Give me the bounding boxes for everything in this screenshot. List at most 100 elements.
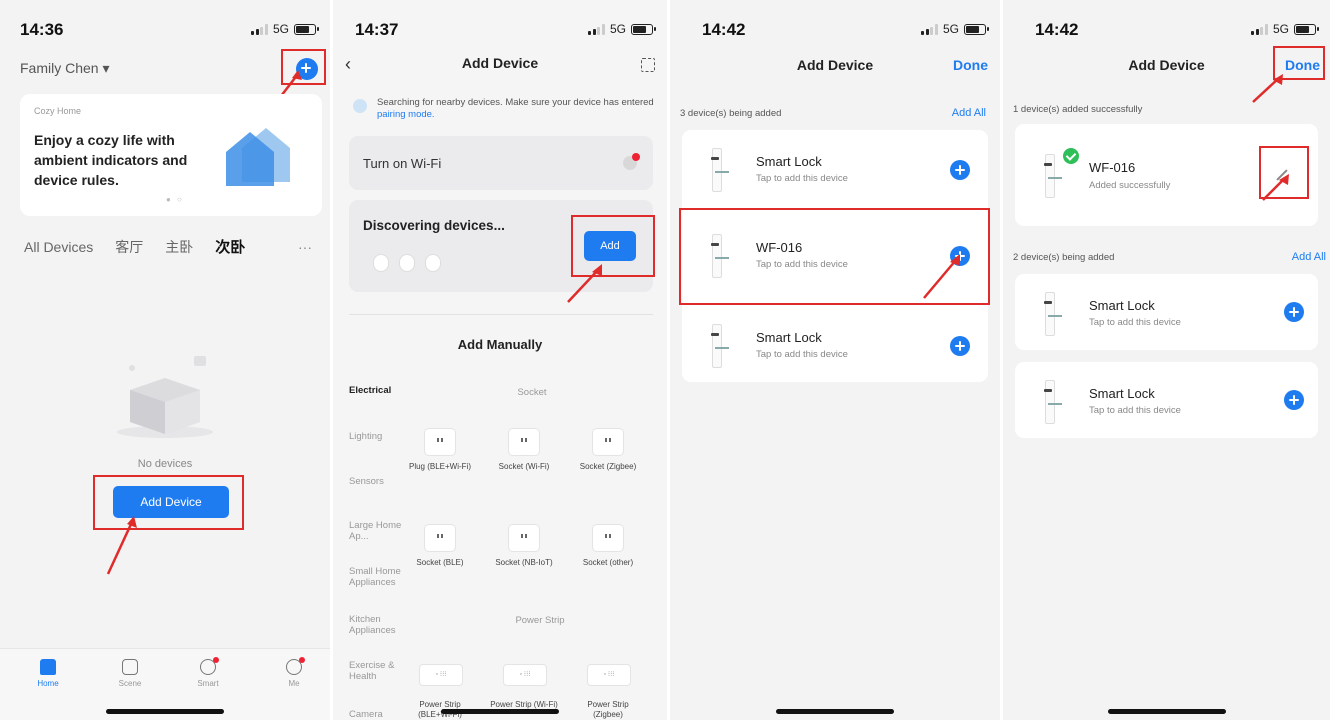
devices-being-added-screen: 14:42 5G Add Device Done 3 device(s) bei… [670,0,1000,720]
power-strip-section-header: Power Strip [515,615,565,626]
add-all-button[interactable]: Add All [1292,251,1326,263]
battery-icon [1294,23,1319,35]
smart-icon [200,657,219,675]
plug-icon [424,428,456,456]
pending-section-header: 2 device(s) being added Add All [1013,251,1326,263]
home-icon [40,659,56,675]
home-screen: 14:36 5G Family Chen ▾ Cozy Home Enjoy a… [0,0,330,720]
adding-section-header: 3 device(s) being added Add All [680,107,986,119]
network-label: 5G [272,22,289,36]
tab-living-room[interactable]: 客厅 [115,237,143,257]
discovering-label: Discovering devices... [363,218,505,233]
list-item[interactable]: Smart Lock Tap to add this device [682,306,988,382]
status-bar: 14:42 5G [670,0,1000,60]
socket-icon [508,428,540,456]
add-all-button[interactable]: Add All [952,107,986,119]
power-strip-icon[interactable]: ▫ ⁝⁝⁝ [419,664,463,686]
page-title: Add Device [796,57,874,73]
tutorial-stage: 14:36 5G Family Chen ▾ Cozy Home Enjoy a… [0,0,1330,720]
status-time: 14:37 [355,20,399,39]
category-exercise[interactable]: Exercise & Health [349,660,419,682]
highlight-add-device [93,475,244,530]
highlight-done [1273,46,1325,80]
success-section-header: 1 device(s) added successfully [1013,104,1143,115]
smart-lock-icon [711,324,729,368]
network-label: 5G [1272,22,1289,36]
add-device-screen: 14:37 5G ‹ Add Device Searching for near… [333,0,667,720]
banner-pager: ● ○ [166,195,184,204]
signal-icon [588,23,605,35]
category-sensors[interactable]: Sensors [349,476,419,487]
device-placeholders [373,254,441,272]
signal-icon [921,23,938,35]
battery-icon [294,23,319,35]
add-device-plus-icon[interactable] [1284,390,1304,410]
network-label: 5G [609,22,626,36]
highlight-plus [281,49,326,85]
power-strip-icon[interactable]: ▫ ⁝⁝⁝ [503,664,547,686]
done-button[interactable]: Done [953,57,988,73]
banner-tag: Cozy Home [34,106,82,116]
device-added-screen: 14:42 5G Add Device Done 1 device(s) add… [1003,0,1330,720]
tab-me[interactable]: Me [266,657,322,688]
category-electrical[interactable]: Electrical [349,385,419,396]
wifi-card[interactable]: Turn on Wi-Fi [349,136,653,190]
home-indicator [441,709,559,714]
tab-smart[interactable]: Smart [180,657,236,688]
socket-icon [592,524,624,552]
socket-section-header: Socket [517,387,547,398]
page-title: Add Device [461,55,539,71]
empty-state-text: No devices [137,458,193,470]
tab-all-devices[interactable]: All Devices [24,239,93,255]
divider [349,314,653,315]
smart-lock-icon [1044,380,1062,424]
signal-icon [1251,23,1268,35]
highlight-add-button [571,215,655,277]
wifi-alert-icon [623,153,640,170]
signal-icon [251,23,268,35]
strip-label: Power Strip (Zigbee) [587,700,629,719]
network-label: 5G [942,22,959,36]
home-indicator [776,709,894,714]
tab-scene[interactable]: Scene [102,659,158,688]
tab-second-bedroom[interactable]: 次卧 [215,236,245,257]
power-strip-icon[interactable]: ▫ ⁝⁝⁝ [587,664,631,686]
scan-icon[interactable] [641,58,655,72]
add-device-plus-icon[interactable] [1284,302,1304,322]
tab-master-bedroom[interactable]: 主卧 [165,237,193,257]
device-socket-nbiot[interactable]: Socket (NB-IoT) [489,524,559,568]
device-socket-other[interactable]: Socket (other) [573,524,643,568]
smart-lock-icon [711,148,729,192]
family-selector[interactable]: Family Chen ▾ [20,60,110,77]
list-item[interactable]: Smart Lock Tap to add this device [682,130,988,206]
smart-lock-icon [1044,154,1062,198]
add-device-plus-icon[interactable] [950,160,970,180]
socket-icon [508,524,540,552]
device-plug[interactable]: Plug (BLE+Wi-Fi) [405,428,475,472]
device-socket-zigbee[interactable]: Socket (Zigbee) [573,428,643,472]
success-check-icon [1063,148,1079,164]
searching-icon [353,99,367,113]
more-icon[interactable]: ··· [298,239,312,255]
tab-home[interactable]: Home [20,659,76,688]
add-device-plus-icon[interactable] [950,336,970,356]
pairing-mode-link[interactable]: pairing mode. [377,109,435,120]
list-item[interactable]: Smart Lock Tap to add this device [1015,274,1318,350]
device-socket-ble[interactable]: Socket (BLE) [405,524,475,568]
socket-icon [424,524,456,552]
add-manually-title: Add Manually [457,337,543,352]
highlight-wf016 [679,208,990,305]
highlight-edit [1259,146,1309,199]
empty-box-icon [117,356,213,438]
category-small-home[interactable]: Small Home Appliances [349,566,419,588]
list-item[interactable]: Smart Lock Tap to add this device [1015,362,1318,438]
category-kitchen[interactable]: Kitchen Appliances [349,614,419,636]
device-socket-wifi[interactable]: Socket (Wi-Fi) [489,428,559,472]
socket-icon [592,428,624,456]
wifi-label: Turn on Wi-Fi [363,156,442,171]
battery-icon [964,23,989,35]
house-illustration-icon [226,128,290,186]
battery-icon [631,23,656,35]
status-time: 14:42 [1035,20,1079,39]
search-hint: Searching for nearby devices. Make sure … [351,97,657,121]
